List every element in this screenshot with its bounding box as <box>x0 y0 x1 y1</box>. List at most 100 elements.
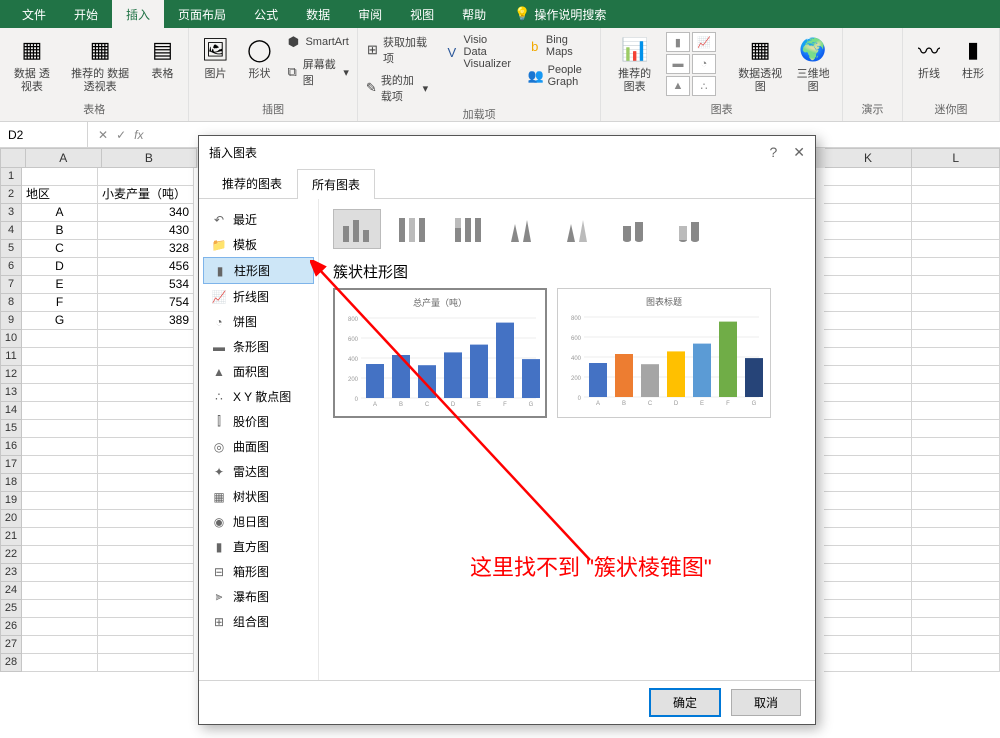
name-box[interactable]: D2 <box>0 122 88 147</box>
subtype-1[interactable] <box>389 209 437 249</box>
category-8[interactable]: ⫿股价图 <box>203 409 314 434</box>
cell[interactable] <box>824 186 912 204</box>
shapes-button[interactable]: ◯形状 <box>239 32 279 83</box>
tab-recommended[interactable]: 推荐的图表 <box>207 168 297 198</box>
tab-formulas[interactable]: 公式 <box>240 0 292 29</box>
cell[interactable] <box>912 168 1000 186</box>
cell[interactable] <box>98 546 194 564</box>
row-header-25[interactable]: 25 <box>0 600 22 618</box>
get-addins-button[interactable]: ⊞获取加载项 <box>364 32 430 68</box>
cell[interactable] <box>22 654 98 672</box>
cell[interactable] <box>824 582 912 600</box>
row-header-10[interactable]: 10 <box>0 330 22 348</box>
cell-region[interactable]: D <box>22 258 98 276</box>
cancel-button[interactable]: 取消 <box>731 689 801 716</box>
sparkline-col-button[interactable]: ▮柱形 <box>953 32 993 83</box>
cell-value[interactable]: 456 <box>98 258 194 276</box>
tell-me-search[interactable]: 💡操作说明搜索 <box>500 0 620 29</box>
chart-pie-icon[interactable]: ◔ <box>692 54 716 74</box>
row-header-9[interactable]: 9 <box>0 312 22 330</box>
cell[interactable] <box>824 402 912 420</box>
cell-region[interactable]: E <box>22 276 98 294</box>
close-icon[interactable]: ✕ <box>793 144 805 161</box>
cell[interactable] <box>824 528 912 546</box>
row-header-28[interactable]: 28 <box>0 654 22 672</box>
cell[interactable] <box>22 330 98 348</box>
cell[interactable] <box>912 222 1000 240</box>
row-header-21[interactable]: 21 <box>0 528 22 546</box>
chart-line-icon[interactable]: 📈 <box>692 32 716 52</box>
cell-region[interactable]: C <box>22 240 98 258</box>
help-icon[interactable]: ? <box>769 144 777 161</box>
category-13[interactable]: ▮直方图 <box>203 534 314 559</box>
category-4[interactable]: ◔饼图 <box>203 309 314 334</box>
cell[interactable] <box>98 330 194 348</box>
row-header-1[interactable]: 1 <box>0 168 22 186</box>
cell[interactable] <box>912 312 1000 330</box>
category-6[interactable]: ▲面积图 <box>203 359 314 384</box>
cell[interactable] <box>22 546 98 564</box>
cell[interactable] <box>912 546 1000 564</box>
cell[interactable] <box>912 564 1000 582</box>
cell[interactable] <box>912 258 1000 276</box>
subtype-2[interactable] <box>445 209 493 249</box>
cell[interactable] <box>98 402 194 420</box>
cell[interactable] <box>912 402 1000 420</box>
cell[interactable] <box>912 474 1000 492</box>
cell[interactable] <box>98 654 194 672</box>
map3d-button[interactable]: 🌍三维地 图 <box>790 32 836 96</box>
cell[interactable] <box>824 222 912 240</box>
category-0[interactable]: ↶最近 <box>203 207 314 232</box>
cell[interactable] <box>98 384 194 402</box>
subtype-4[interactable] <box>557 209 605 249</box>
cell[interactable] <box>824 492 912 510</box>
tab-all-charts[interactable]: 所有图表 <box>297 169 375 199</box>
cell[interactable] <box>22 348 98 366</box>
visio-button[interactable]: VVisio Data Visualizer <box>442 32 514 72</box>
cell[interactable] <box>912 384 1000 402</box>
cell[interactable] <box>98 366 194 384</box>
category-11[interactable]: ▦树状图 <box>203 484 314 509</box>
cell[interactable] <box>912 528 1000 546</box>
cell[interactable] <box>98 168 194 186</box>
category-10[interactable]: ✦雷达图 <box>203 459 314 484</box>
cell[interactable] <box>824 384 912 402</box>
cell[interactable] <box>912 636 1000 654</box>
picture-button[interactable]: 🖼图片 <box>195 32 235 83</box>
cell[interactable] <box>824 348 912 366</box>
pivot-chart-button[interactable]: ▦数据透视图 <box>734 32 786 96</box>
cell[interactable] <box>824 618 912 636</box>
cell[interactable] <box>22 456 98 474</box>
cell[interactable] <box>22 402 98 420</box>
cell-value[interactable]: 389 <box>98 312 194 330</box>
cell[interactable] <box>824 564 912 582</box>
cell[interactable] <box>22 582 98 600</box>
row-header-13[interactable]: 13 <box>0 384 22 402</box>
subtype-6[interactable] <box>669 209 717 249</box>
cell[interactable] <box>98 438 194 456</box>
cell[interactable] <box>824 636 912 654</box>
chart-hbar-icon[interactable]: ▬ <box>666 54 690 74</box>
category-14[interactable]: ⊟箱形图 <box>203 559 314 584</box>
category-7[interactable]: ∴X Y 散点图 <box>203 384 314 409</box>
row-header-19[interactable]: 19 <box>0 492 22 510</box>
subtype-5[interactable] <box>613 209 661 249</box>
cell[interactable] <box>824 366 912 384</box>
category-2[interactable]: ▮柱形图 <box>203 257 314 284</box>
col-header-B[interactable]: B <box>102 148 198 168</box>
row-header-26[interactable]: 26 <box>0 618 22 636</box>
tab-home[interactable]: 开始 <box>60 0 112 29</box>
row-header-22[interactable]: 22 <box>0 546 22 564</box>
cell[interactable] <box>98 636 194 654</box>
rec-pivot-button[interactable]: ▦推荐的 数据透视表 <box>62 32 139 96</box>
row-header-7[interactable]: 7 <box>0 276 22 294</box>
cell[interactable] <box>912 420 1000 438</box>
cell[interactable] <box>912 366 1000 384</box>
tab-layout[interactable]: 页面布局 <box>164 0 240 29</box>
cell[interactable] <box>912 456 1000 474</box>
category-1[interactable]: 📁模板 <box>203 232 314 257</box>
cell[interactable] <box>98 420 194 438</box>
cell[interactable] <box>22 168 98 186</box>
cell-region[interactable]: F <box>22 294 98 312</box>
chart-area-icon[interactable]: ▲ <box>666 76 690 96</box>
